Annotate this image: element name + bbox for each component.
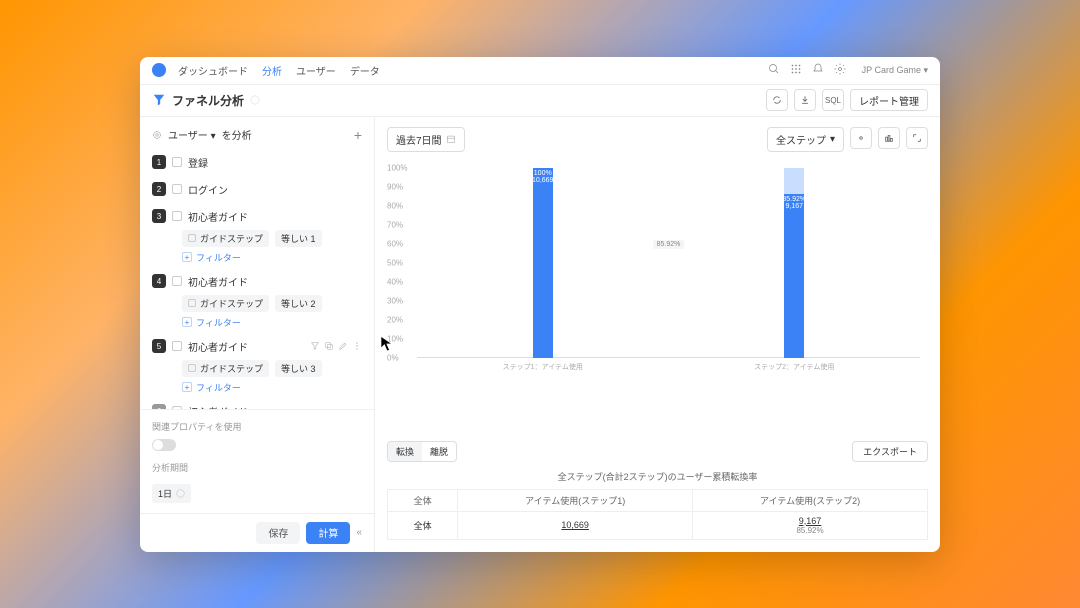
table-header: アイテム使用(ステップ1): [458, 489, 693, 511]
sql-button[interactable]: SQL: [822, 89, 844, 111]
event-icon: [172, 276, 182, 286]
table-header: 全体: [388, 489, 458, 511]
funnel-step[interactable]: 4 初心者ガイド: [152, 272, 362, 291]
x-axis-label: ステップ1：アイテム使用: [503, 362, 583, 372]
toggle-dropout[interactable]: 離脱: [422, 442, 456, 461]
funnel-step[interactable]: 3 初心者ガイド: [152, 207, 362, 226]
search-icon[interactable]: [768, 63, 780, 78]
nav-analysis[interactable]: 分析: [262, 63, 282, 78]
y-axis-tick: 100%: [387, 163, 407, 172]
y-axis-tick: 60%: [387, 239, 403, 248]
step-label: 登録: [188, 155, 362, 170]
add-filter-button[interactable]: +フィルター: [182, 316, 362, 329]
granularity-label: 分析期間: [152, 461, 362, 474]
granularity-selector[interactable]: 1日: [152, 484, 191, 503]
export-button[interactable]: エクスポート: [852, 441, 928, 462]
step-label: 初心者ガイド: [188, 339, 304, 354]
step-filter-selector[interactable]: 全ステップ ▾: [767, 127, 844, 152]
conversion-table: 全体 アイテム使用(ステップ1) アイテム使用(ステップ2) 全体 10,669…: [387, 489, 928, 540]
y-axis-tick: 70%: [387, 220, 403, 229]
event-icon: [172, 184, 182, 194]
y-axis-tick: 50%: [387, 258, 403, 267]
step-label: 初心者ガイド: [188, 209, 362, 224]
chart-bar[interactable]: 100%10,669ステップ1：アイテム使用: [417, 168, 669, 358]
y-axis-tick: 10%: [387, 334, 403, 343]
nav-users[interactable]: ユーザー: [296, 63, 336, 78]
page-title: ファネル分析: [152, 92, 260, 109]
table-row: 全体 10,669 9,16785.92%: [388, 511, 928, 539]
funnel-chart: 100%10,669ステップ1：アイテム使用85.92%9,167ステップ2：ア…: [375, 162, 940, 429]
settings-icon[interactable]: [834, 63, 846, 78]
step-number: 3: [152, 209, 166, 223]
step-number: 5: [152, 339, 166, 353]
step-label: 初心者ガイド: [188, 274, 362, 289]
table-header: アイテム使用(ステップ2): [693, 489, 928, 511]
step2-count-link[interactable]: 9,167: [799, 516, 822, 526]
info-icon[interactable]: [250, 95, 260, 105]
event-icon: [172, 211, 182, 221]
add-filter-button[interactable]: +フィルター: [182, 381, 362, 394]
grid-icon[interactable]: [790, 63, 802, 78]
funnel-icon: [152, 93, 166, 107]
toggle-conversion[interactable]: 転換: [388, 442, 422, 461]
filter-icon[interactable]: [310, 341, 320, 351]
assoc-prop-toggle[interactable]: [152, 439, 176, 451]
date-range-selector[interactable]: 過去7日間: [387, 127, 465, 152]
y-axis-tick: 20%: [387, 315, 403, 324]
top-nav: ダッシュボード 分析 ユーザー データ: [178, 63, 768, 78]
bridge-conversion-label: 85.92%: [653, 240, 685, 249]
step-condition[interactable]: ガイドステップ等しい 3: [182, 360, 362, 377]
refresh-button[interactable]: [766, 89, 788, 111]
edit-icon[interactable]: [338, 341, 348, 351]
step-condition[interactable]: ガイドステップ等しい 2: [182, 295, 362, 312]
analyze-label: を分析: [222, 127, 252, 142]
chart-type-button[interactable]: [878, 127, 900, 149]
chart-config-button[interactable]: [850, 127, 872, 149]
more-icon[interactable]: [352, 341, 362, 351]
step-number: 2: [152, 182, 166, 196]
chart-bar[interactable]: 85.92%9,167ステップ2：アイテム使用: [669, 168, 921, 358]
x-axis-label: ステップ2：アイテム使用: [754, 362, 834, 372]
y-axis-tick: 80%: [387, 201, 403, 210]
funnel-step[interactable]: 1 登録: [152, 153, 362, 172]
bar-value-label: 85.92%9,167: [782, 196, 806, 210]
funnel-step[interactable]: 2 ログイン: [152, 180, 362, 199]
bar-value-label: 100%10,669: [532, 170, 553, 184]
event-icon: [172, 157, 182, 167]
download-button[interactable]: [794, 89, 816, 111]
workspace-selector[interactable]: JP Card Game ▾: [862, 65, 928, 76]
compute-button[interactable]: 計算: [306, 522, 350, 544]
y-axis-tick: 90%: [387, 182, 403, 191]
funnel-step[interactable]: 5 初心者ガイド: [152, 337, 362, 356]
y-axis-tick: 40%: [387, 277, 403, 286]
bell-icon[interactable]: [812, 63, 824, 78]
step-condition[interactable]: ガイドステップ等しい 1: [182, 230, 362, 247]
assoc-prop-label: 関連プロパティを使用: [152, 420, 362, 433]
conversion-toggle[interactable]: 転換 離脱: [387, 441, 457, 462]
subject-selector[interactable]: ユーザー ▾: [168, 127, 216, 142]
nav-dashboard[interactable]: ダッシュボード: [178, 63, 248, 78]
target-icon: [152, 130, 162, 140]
step-number: 4: [152, 274, 166, 288]
add-step-button[interactable]: +: [354, 127, 362, 143]
y-axis-tick: 0%: [387, 353, 399, 362]
event-icon: [172, 341, 182, 351]
report-manage-button[interactable]: レポート管理: [850, 89, 928, 111]
step-label: ログイン: [188, 182, 362, 197]
expand-button[interactable]: [906, 127, 928, 149]
collapse-sidebar-button[interactable]: «: [356, 527, 362, 538]
step-number: 1: [152, 155, 166, 169]
calendar-icon: [446, 134, 456, 144]
funnel-step[interactable]: 6初心者ガイド: [152, 402, 362, 409]
copy-icon[interactable]: [324, 341, 334, 351]
app-logo[interactable]: [152, 63, 166, 77]
table-title: 全ステップ(合計2ステップ)のユーザー累積転換率: [387, 470, 928, 483]
step1-count-link[interactable]: 10,669: [561, 520, 589, 530]
y-axis-tick: 30%: [387, 296, 403, 305]
save-button[interactable]: 保存: [256, 522, 300, 544]
add-filter-button[interactable]: +フィルター: [182, 251, 362, 264]
nav-data[interactable]: データ: [350, 63, 380, 78]
